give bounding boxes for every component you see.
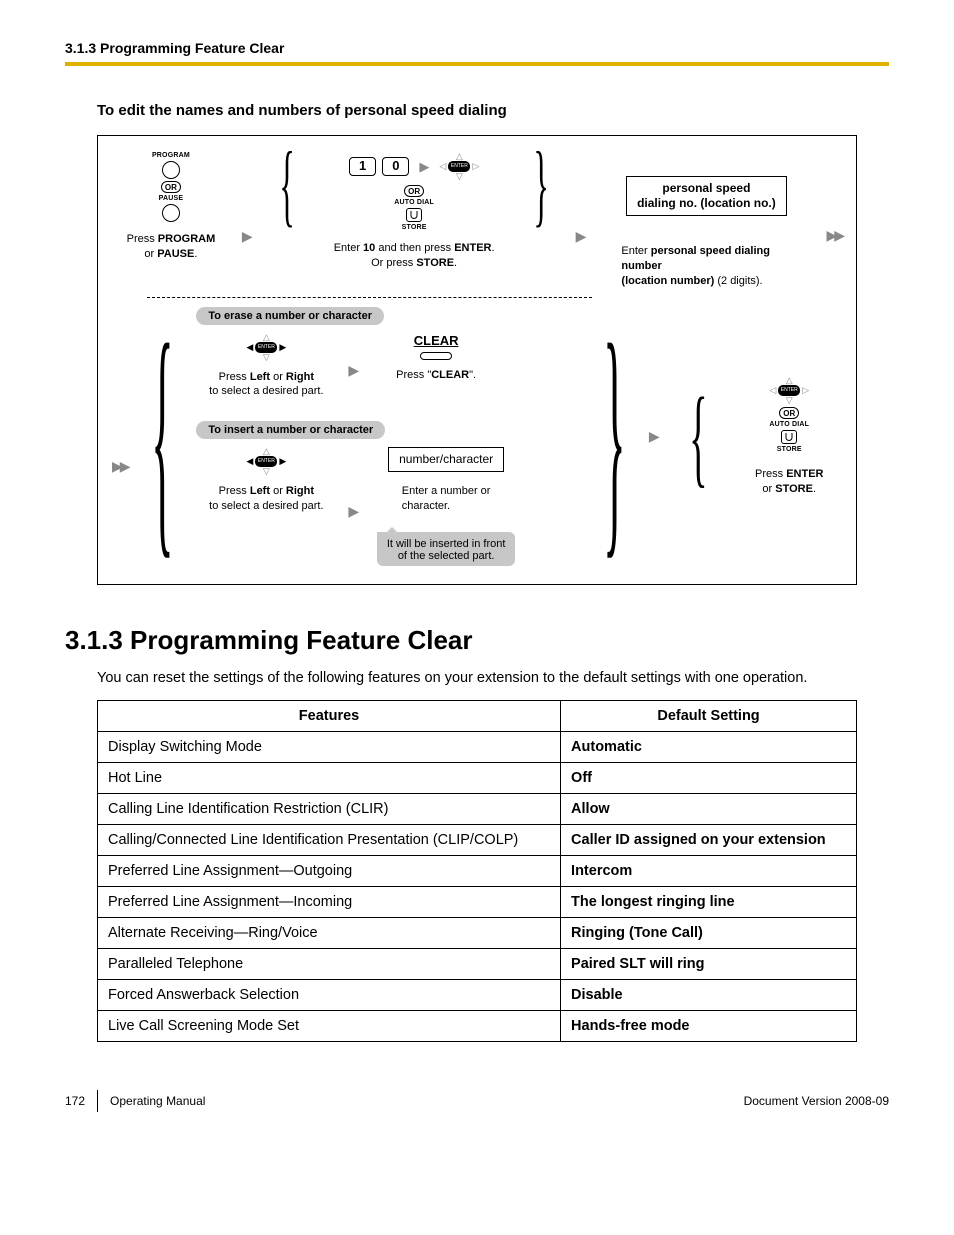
pause-button-icon: [162, 204, 180, 222]
number-character-box: number/character: [388, 447, 504, 472]
enter-nav-icon: △ ◀ENTER▶ ▽: [246, 447, 286, 476]
cap1e: .: [194, 248, 197, 260]
default-cell: Hands-free mode: [561, 1010, 857, 1041]
store-label: STORE: [402, 224, 427, 231]
arrow-icon: ▶: [576, 228, 587, 245]
table-row: Preferred Line Assignment—OutgoingInterc…: [98, 855, 857, 886]
table-row: Live Call Screening Mode SetHands-free m…: [98, 1010, 857, 1041]
insert-heading: To insert a number or character: [196, 421, 385, 439]
program-label: PROGRAM: [152, 152, 190, 159]
th-features: Features: [98, 700, 561, 731]
clear-key-icon: CLEAR: [414, 333, 459, 360]
table-row: Display Switching ModeAutomatic: [98, 731, 857, 762]
arrow-icon: ▶▶: [112, 458, 128, 475]
default-cell: Disable: [561, 979, 857, 1010]
cap2d: ENTER: [454, 242, 491, 254]
brace-icon: {: [151, 330, 173, 543]
default-cell: Off: [561, 762, 857, 793]
table-row: Paralleled TelephonePaired SLT will ring: [98, 948, 857, 979]
table-row: Alternate Receiving—Ring/VoiceRinging (T…: [98, 917, 857, 948]
arrow-icon: ▶: [649, 428, 660, 445]
store-label: STORE: [777, 446, 802, 453]
table-row: Calling/Connected Line Identification Pr…: [98, 824, 857, 855]
cap2f: Or press: [371, 257, 416, 269]
mini-arrow-icon: ▶: [419, 159, 429, 175]
default-cell: The longest ringing line: [561, 886, 857, 917]
feature-cell: Display Switching Mode: [98, 731, 561, 762]
cap3a: Enter: [621, 245, 650, 257]
cap2c: and then press: [375, 242, 454, 254]
edit-heading: To edit the names and numbers of persona…: [97, 102, 889, 119]
cap1a: Press: [127, 233, 158, 245]
enter-nav-icon: △ ◁ENTER▷ ▽: [439, 152, 479, 181]
arrow-icon: ▶: [348, 503, 359, 520]
cap1c: or: [144, 248, 157, 260]
brace-icon: }: [534, 152, 549, 216]
feature-cell: Preferred Line Assignment—Outgoing: [98, 855, 561, 886]
table-row: Forced Answerback SelectionDisable: [98, 979, 857, 1010]
header-rule: [65, 62, 889, 66]
table-row: Hot LineOff: [98, 762, 857, 793]
cap1b: PROGRAM: [158, 233, 215, 245]
default-cell: Ringing (Tone Call): [561, 917, 857, 948]
th-default: Default Setting: [561, 700, 857, 731]
key-1: 1: [349, 157, 376, 175]
manual-name: Operating Manual: [110, 1094, 205, 1108]
arrow-icon: ▶▶: [826, 227, 842, 244]
default-cell: Allow: [561, 793, 857, 824]
insert-note: It will be inserted in frontof the selec…: [377, 532, 516, 566]
brace-icon: }: [603, 330, 625, 543]
enter-nav-icon: △ ◀ENTER▶ ▽: [246, 333, 286, 362]
cap3c: (location number): [621, 275, 714, 287]
key-0: 0: [382, 157, 409, 175]
autodial-label: AUTO DIAL: [394, 199, 434, 206]
cap2b: 10: [363, 242, 375, 254]
brace-icon: {: [279, 152, 294, 216]
store-button-icon: [406, 208, 422, 222]
autodial-label: AUTO DIAL: [769, 421, 809, 428]
cap2a: Enter: [334, 242, 363, 254]
cap2h: .: [454, 257, 457, 269]
doc-version: Document Version 2008-09: [744, 1094, 889, 1108]
features-table: Features Default Setting Display Switchi…: [97, 700, 857, 1042]
program-button-icon: [162, 161, 180, 179]
table-row: Calling Line Identification Restriction …: [98, 793, 857, 824]
or-pill-icon: OR: [161, 181, 181, 193]
default-cell: Paired SLT will ring: [561, 948, 857, 979]
page-number: 172: [65, 1094, 85, 1108]
cap2g: STORE: [416, 257, 454, 269]
feature-cell: Alternate Receiving—Ring/Voice: [98, 917, 561, 948]
pause-label: PAUSE: [159, 195, 184, 202]
cap1d: PAUSE: [157, 248, 194, 260]
default-cell: Caller ID assigned on your extension: [561, 824, 857, 855]
breadcrumb: 3.1.3 Programming Feature Clear: [65, 40, 889, 56]
store-button-icon: [781, 430, 797, 444]
feature-cell: Calling Line Identification Restriction …: [98, 793, 561, 824]
arrow-icon: ▶: [242, 228, 253, 245]
default-cell: Automatic: [561, 731, 857, 762]
brace-icon: {: [689, 398, 707, 475]
arrow-icon: ▶: [348, 362, 359, 379]
erase-heading: To erase a number or character: [196, 307, 384, 325]
section-intro: You can reset the settings of the follow…: [97, 670, 857, 686]
or-pill-icon: OR: [404, 185, 424, 197]
section-title: 3.1.3 Programming Feature Clear: [65, 625, 889, 656]
enter-nav-icon: △ ◁ENTER▷ ▽: [769, 376, 809, 405]
page-footer: 172 Operating Manual Document Version 20…: [65, 1090, 889, 1112]
flow-diagram: PROGRAM OR PAUSE Press PROGRAM or PAUSE.…: [97, 135, 857, 585]
feature-cell: Paralleled Telephone: [98, 948, 561, 979]
personal-speed-box: personal speeddialing no. (location no.): [626, 176, 787, 216]
cap3d: (2 digits).: [714, 275, 762, 287]
feature-cell: Forced Answerback Selection: [98, 979, 561, 1010]
feature-cell: Preferred Line Assignment—Incoming: [98, 886, 561, 917]
cap2e: .: [491, 242, 494, 254]
feature-cell: Calling/Connected Line Identification Pr…: [98, 824, 561, 855]
default-cell: Intercom: [561, 855, 857, 886]
table-row: Preferred Line Assignment—IncomingThe lo…: [98, 886, 857, 917]
feature-cell: Live Call Screening Mode Set: [98, 1010, 561, 1041]
feature-cell: Hot Line: [98, 762, 561, 793]
or-pill-icon: OR: [779, 407, 799, 419]
